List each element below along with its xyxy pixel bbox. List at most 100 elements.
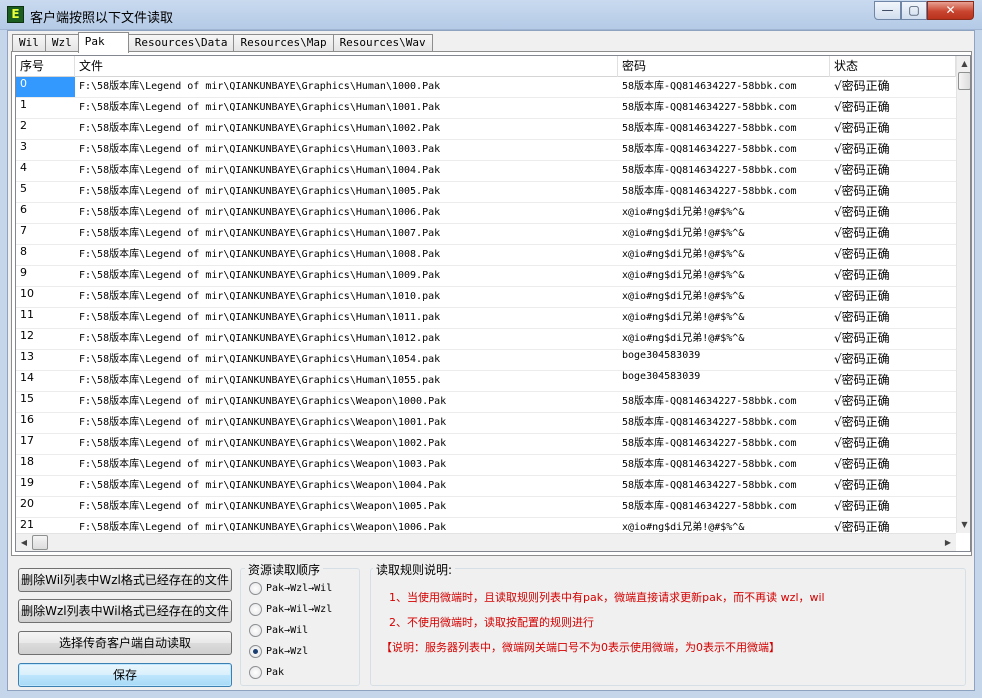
row-file-path: F:\58版本库\Legend of mir\QIANKUNBAYE\Graph…	[79, 480, 447, 491]
tab-wzl[interactable]: Wzl	[44, 34, 79, 52]
file-list[interactable]: 序号 文件 密码 状态 0 F:\58版本库\Legend of mir\QIAN…	[15, 55, 971, 552]
row-password: boge304583039	[622, 371, 701, 382]
row-index: 5	[20, 182, 27, 195]
list-header: 序号 文件 密码 状态	[16, 56, 956, 77]
scroll-up-arrow-icon[interactable]: ▲	[957, 56, 970, 72]
app-icon: E	[7, 6, 24, 23]
row-password: x@io#ng$di兄弟!@#$%^&	[622, 249, 745, 260]
table-row[interactable]: 17 F:\58版本库\Legend of mir\QIANKUNBAYE\Gra…	[16, 434, 956, 455]
table-row[interactable]: 15 F:\58版本库\Legend of mir\QIANKUNBAYE\Gra…	[16, 392, 956, 413]
row-index: 12	[20, 329, 34, 342]
vertical-scrollbar[interactable]: ▲ ▼	[956, 56, 970, 533]
tab-resources-map[interactable]: Resources\Map	[233, 34, 334, 52]
radio-button[interactable]	[249, 623, 262, 637]
radio-pak-wil-wzl[interactable]: Pak→Wil→Wzl	[249, 601, 332, 617]
delete-wil-duplicates-button[interactable]: 删除Wil列表中Wzl格式已经存在的文件	[18, 568, 232, 592]
read-order-title: 资源读取顺序	[245, 561, 324, 578]
table-row[interactable]: 14 F:\58版本库\Legend of mir\QIANKUNBAYE\Gra…	[16, 371, 956, 392]
tab-strip: Wil Wzl Pak Resources\Data Resources\Map…	[12, 32, 433, 53]
table-row[interactable]: 13 F:\58版本库\Legend of mir\QIANKUNBAYE\Gra…	[16, 350, 956, 371]
table-row[interactable]: 20 F:\58版本库\Legend of mir\QIANKUNBAYE\Gra…	[16, 497, 956, 518]
table-row[interactable]: 21 F:\58版本库\Legend of mir\QIANKUNBAYE\Gra…	[16, 518, 956, 533]
minimize-button[interactable]: —	[874, 1, 901, 20]
select-client-auto-read-button[interactable]: 选择传奇客户端自动读取	[18, 631, 232, 655]
radio-pak[interactable]: Pak	[249, 664, 284, 680]
read-order-group: Pak→Wzl→Wil Pak→Wil→Wzl Pak→Wil Pak→Wzl …	[240, 568, 360, 686]
horizontal-scroll-thumb[interactable]	[32, 535, 48, 550]
radio-pak-wzl-wil[interactable]: Pak→Wzl→Wil	[249, 580, 332, 596]
column-header-file[interactable]: 文件	[75, 56, 618, 77]
row-status: √密码正确	[834, 373, 890, 387]
row-status: √密码正确	[834, 247, 890, 261]
row-password: 58版本库-QQ814634227-58bbk.com	[622, 123, 797, 134]
vertical-scroll-thumb[interactable]	[958, 72, 970, 90]
table-row[interactable]: 18 F:\58版本库\Legend of mir\QIANKUNBAYE\Gra…	[16, 455, 956, 476]
scroll-right-arrow-icon[interactable]: ▶	[940, 534, 956, 551]
row-index: 16	[20, 413, 34, 426]
radio-button-checked[interactable]	[249, 644, 262, 658]
row-status: √密码正确	[834, 163, 890, 177]
column-header-status[interactable]: 状态	[830, 56, 956, 77]
row-status: √密码正确	[834, 184, 890, 198]
row-status: √密码正确	[834, 142, 890, 156]
row-password: 58版本库-QQ814634227-58bbk.com	[622, 459, 797, 470]
delete-wzl-duplicates-button[interactable]: 删除Wzl列表中Wil格式已经存在的文件	[18, 599, 232, 623]
row-index: 4	[20, 161, 27, 174]
row-file-path: F:\58版本库\Legend of mir\QIANKUNBAYE\Graph…	[79, 270, 441, 281]
column-header-index[interactable]: 序号	[16, 56, 75, 77]
radio-button[interactable]	[249, 581, 262, 595]
row-password: 58版本库-QQ814634227-58bbk.com	[622, 186, 797, 197]
table-row[interactable]: 5 F:\58版本库\Legend of mir\QIANKUNBAYE\Grap…	[16, 182, 956, 203]
table-row[interactable]: 10 F:\58版本库\Legend of mir\QIANKUNBAYE\Gra…	[16, 287, 956, 308]
row-file-path: F:\58版本库\Legend of mir\QIANKUNBAYE\Graph…	[79, 81, 441, 92]
table-row[interactable]: 3 F:\58版本库\Legend of mir\QIANKUNBAYE\Grap…	[16, 140, 956, 161]
scroll-left-arrow-icon[interactable]: ◀	[16, 534, 32, 551]
row-password: 58版本库-QQ814634227-58bbk.com	[622, 102, 797, 113]
row-file-path: F:\58版本库\Legend of mir\QIANKUNBAYE\Graph…	[79, 123, 441, 134]
row-file-path: F:\58版本库\Legend of mir\QIANKUNBAYE\Graph…	[79, 144, 441, 155]
row-status: √密码正确	[834, 457, 890, 471]
table-row[interactable]: 7 F:\58版本库\Legend of mir\QIANKUNBAYE\Grap…	[16, 224, 956, 245]
radio-pak-wil[interactable]: Pak→Wil	[249, 622, 308, 638]
row-index: 2	[20, 119, 27, 132]
row-index: 13	[20, 350, 34, 363]
table-row[interactable]: 0 F:\58版本库\Legend of mir\QIANKUNBAYE\Grap…	[16, 77, 956, 98]
table-row[interactable]: 4 F:\58版本库\Legend of mir\QIANKUNBAYE\Grap…	[16, 161, 956, 182]
maximize-button[interactable]: ▢	[901, 1, 927, 20]
row-file-path: F:\58版本库\Legend of mir\QIANKUNBAYE\Graph…	[79, 459, 447, 470]
radio-pak-wzl[interactable]: Pak→Wzl	[249, 643, 308, 659]
scroll-down-arrow-icon[interactable]: ▼	[957, 517, 970, 533]
row-file-path: F:\58版本库\Legend of mir\QIANKUNBAYE\Graph…	[79, 396, 447, 407]
close-button[interactable]: ✕	[927, 1, 974, 20]
radio-button[interactable]	[249, 665, 262, 679]
row-index: 21	[20, 518, 34, 531]
table-row[interactable]: 19 F:\58版本库\Legend of mir\QIANKUNBAYE\Gra…	[16, 476, 956, 497]
tab-resources-wav[interactable]: Resources\Wav	[332, 34, 433, 52]
tab-pak[interactable]: Pak	[77, 32, 129, 53]
column-header-password[interactable]: 密码	[618, 56, 830, 77]
row-index: 1	[20, 98, 27, 111]
row-index: 11	[20, 308, 34, 321]
table-row[interactable]: 8 F:\58版本库\Legend of mir\QIANKUNBAYE\Grap…	[16, 245, 956, 266]
row-password: 58版本库-QQ814634227-58bbk.com	[622, 501, 797, 512]
row-status: √密码正确	[834, 268, 890, 282]
tab-resources-data[interactable]: Resources\Data	[127, 34, 235, 52]
tab-wil[interactable]: Wil	[12, 34, 46, 52]
horizontal-scrollbar[interactable]: ◀ ▶	[16, 533, 956, 551]
table-row[interactable]: 16 F:\58版本库\Legend of mir\QIANKUNBAYE\Gra…	[16, 413, 956, 434]
row-status: √密码正确	[834, 415, 890, 429]
title-bar: E 客户端按照以下文件读取 — ▢ ✕	[0, 0, 982, 30]
radio-label: Pak→Wzl	[266, 645, 309, 657]
save-button[interactable]: 保存	[18, 663, 232, 687]
table-row[interactable]: 12 F:\58版本库\Legend of mir\QIANKUNBAYE\Gra…	[16, 329, 956, 350]
table-row[interactable]: 6 F:\58版本库\Legend of mir\QIANKUNBAYE\Grap…	[16, 203, 956, 224]
table-row[interactable]: 1 F:\58版本库\Legend of mir\QIANKUNBAYE\Grap…	[16, 98, 956, 119]
table-row[interactable]: 9 F:\58版本库\Legend of mir\QIANKUNBAYE\Grap…	[16, 266, 956, 287]
table-row[interactable]: 11 F:\58版本库\Legend of mir\QIANKUNBAYE\Gra…	[16, 308, 956, 329]
radio-label: Pak→Wzl→Wil	[266, 582, 333, 594]
row-index: 14	[20, 371, 34, 384]
table-row[interactable]: 2 F:\58版本库\Legend of mir\QIANKUNBAYE\Grap…	[16, 119, 956, 140]
radio-button[interactable]	[249, 602, 262, 616]
radio-label: Pak	[266, 666, 285, 678]
row-status: √密码正确	[834, 331, 890, 345]
